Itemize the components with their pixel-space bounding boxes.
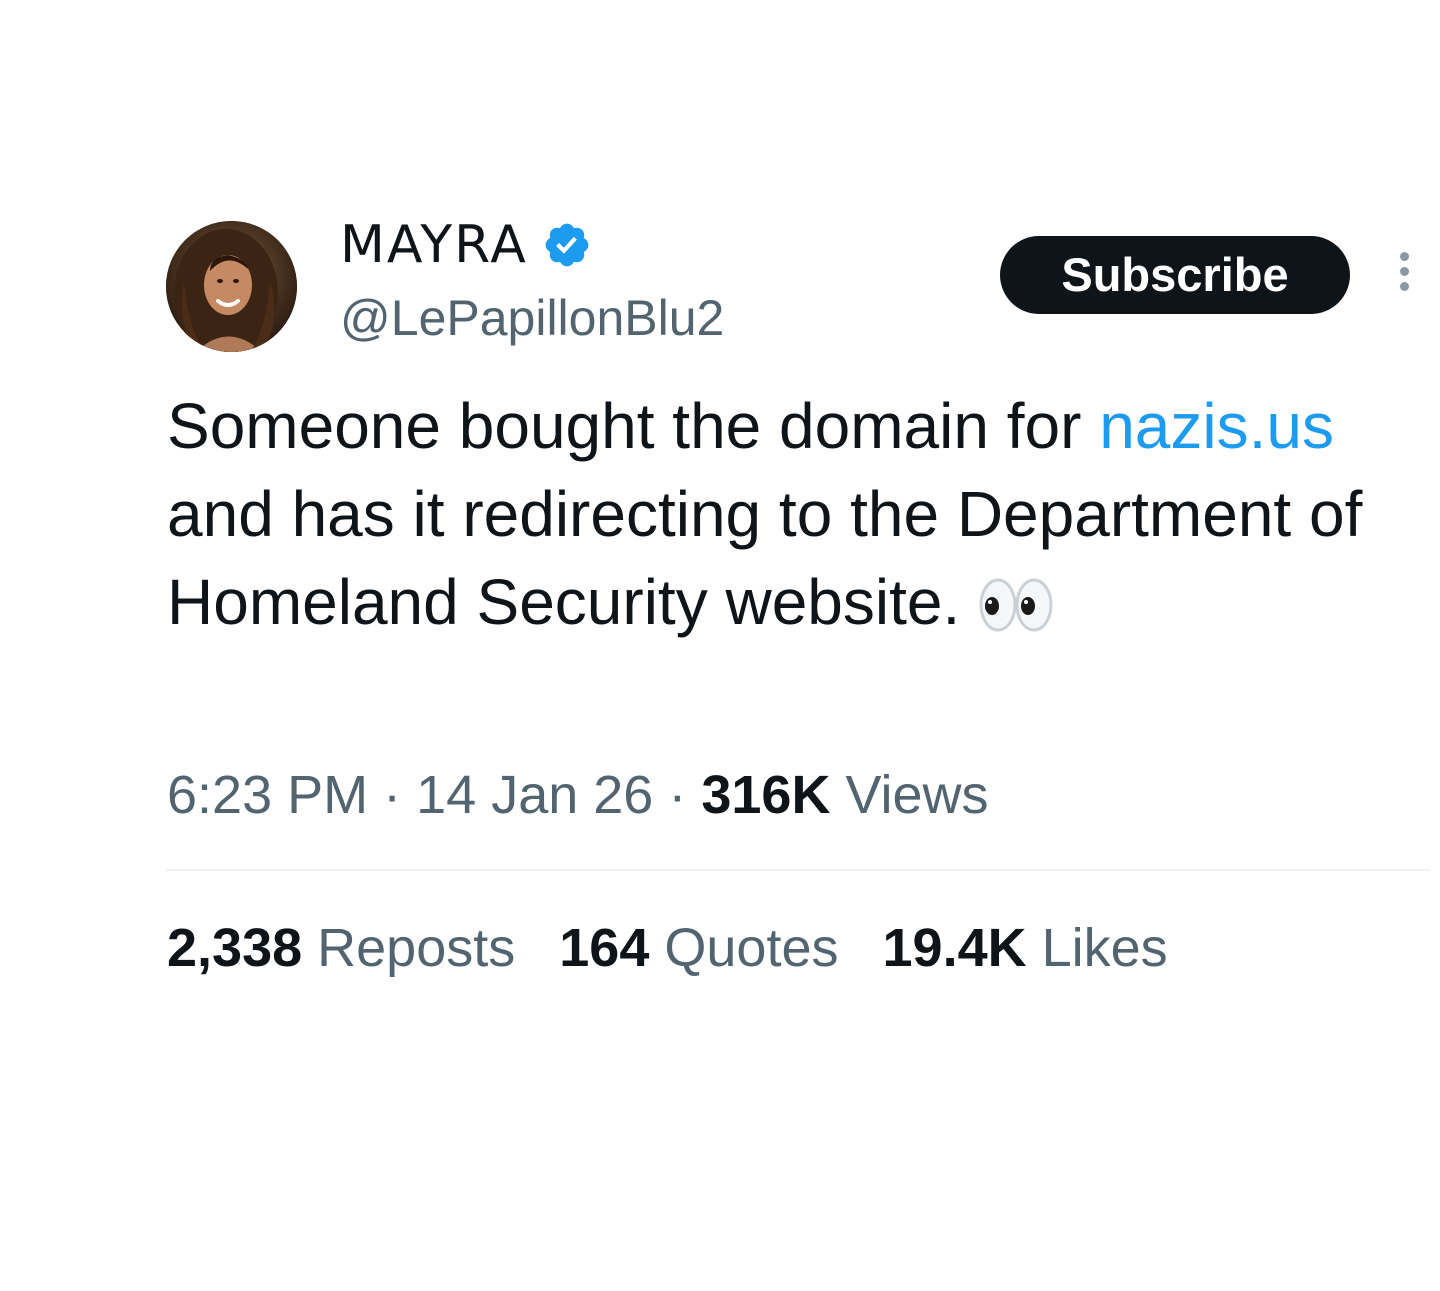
tweet-time[interactable]: 6:23 PM xyxy=(167,765,368,825)
verified-badge-icon[interactable] xyxy=(542,220,592,270)
tweet-text-after-link: and has it redirecting to the Department… xyxy=(167,478,1363,638)
display-name[interactable]: MAYRA xyxy=(340,212,528,278)
tweet-date[interactable]: 14 Jan 26 xyxy=(416,765,653,825)
tweet-link[interactable]: nazis.us xyxy=(1099,390,1334,462)
divider xyxy=(166,869,1430,871)
display-name-row: MAYRA xyxy=(340,212,592,278)
tweet-card: MAYRA @LePapillonBlu2 Subscribe Someone … xyxy=(0,0,1440,1291)
quotes-stat[interactable]: 164 Quotes xyxy=(559,915,838,981)
avatar[interactable] xyxy=(166,221,297,352)
user-handle[interactable]: @LePapillonBlu2 xyxy=(340,288,724,348)
meta-separator: · xyxy=(383,765,402,825)
tweet-text: Someone bought the domain for nazis.us a… xyxy=(167,382,1367,646)
reposts-label: Reposts xyxy=(317,918,516,978)
more-vertical-icon[interactable] xyxy=(1392,252,1416,296)
likes-count: 19.4K xyxy=(882,918,1027,978)
avatar-image xyxy=(166,221,297,352)
eyes-emoji-icon xyxy=(978,568,1056,632)
subscribe-button[interactable]: Subscribe xyxy=(1000,236,1350,314)
tweet-stats: 2,338 Reposts 164 Quotes 19.4K Likes xyxy=(167,915,1212,981)
reposts-count: 2,338 xyxy=(167,918,303,978)
likes-stat[interactable]: 19.4K Likes xyxy=(883,915,1168,981)
quotes-label: Quotes xyxy=(664,918,839,978)
views-count: 316K xyxy=(701,765,831,825)
views-label: Views xyxy=(845,765,989,825)
tweet-meta: 6:23 PM · 14 Jan 26 · 316K Views xyxy=(167,762,989,828)
reposts-stat[interactable]: 2,338 Reposts xyxy=(167,915,515,981)
meta-separator: · xyxy=(668,765,687,825)
quotes-count: 164 xyxy=(559,918,650,978)
likes-label: Likes xyxy=(1041,918,1168,978)
tweet-text-before-link: Someone bought the domain for xyxy=(167,390,1100,462)
